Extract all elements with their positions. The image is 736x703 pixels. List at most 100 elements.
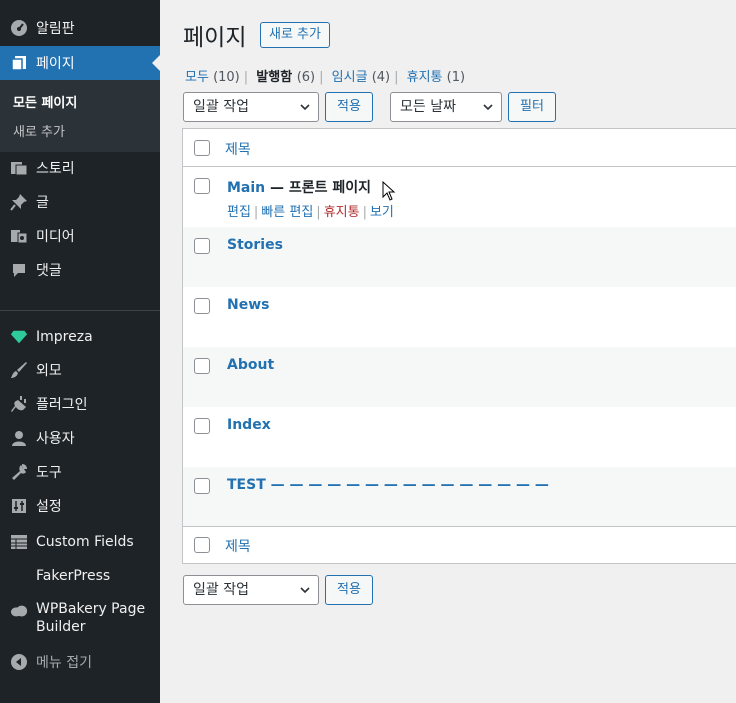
menu-label: 사용자 xyxy=(36,431,75,447)
menu-label: 댓글 xyxy=(36,263,62,279)
main-content: 페이지 새로 추가 모두 (10) | 발행함 (6) | 임시글 (4) | 휴지통… xyxy=(160,0,736,703)
pin-icon xyxy=(10,193,28,211)
menu-label: 미디어 xyxy=(36,229,75,245)
menu-item-appearance[interactable]: 외모 xyxy=(0,353,160,387)
menu-item-pages[interactable]: 페이지 xyxy=(0,46,160,80)
view-draft[interactable]: 임시글 (4) xyxy=(332,70,390,85)
view-all-label: 모두 xyxy=(185,70,209,85)
comment-icon xyxy=(10,261,28,279)
menu-label: WPBakery Page Builder xyxy=(36,600,145,636)
menu-collapse[interactable]: 메뉴 접기 xyxy=(0,645,160,679)
submenu-add-new[interactable]: 새로 추가 xyxy=(13,121,65,140)
add-new-button[interactable]: 새로 추가 xyxy=(260,22,330,48)
menu-item-fakerpress[interactable]: FakerPress xyxy=(0,559,160,593)
trash-link[interactable]: 휴지통 xyxy=(324,205,360,220)
edit-link[interactable]: 편집 xyxy=(227,205,251,220)
select-all-checkbox[interactable] xyxy=(194,140,210,156)
menu-item-custom-fields[interactable]: Custom Fields xyxy=(0,525,160,559)
select-all-checkbox-bottom[interactable] xyxy=(194,537,210,553)
menu-label: Custom Fields xyxy=(36,534,134,550)
row-post-state: — 프론트 페이지 xyxy=(265,180,372,196)
row-actions: 편집 | 빠른 편집 | 휴지통 | 보기 xyxy=(227,201,394,220)
collapse-icon xyxy=(10,653,28,671)
bulk-action-value: 일괄 작업 xyxy=(193,582,249,598)
blank-icon xyxy=(10,567,28,585)
page-title: 페이지 xyxy=(183,25,247,51)
column-title-footer[interactable]: 제목 xyxy=(225,536,251,556)
apply-button-top[interactable]: 적용 xyxy=(325,92,373,122)
view-trash-label: 휴지통 xyxy=(406,70,443,85)
view-link[interactable]: 보기 xyxy=(370,205,394,220)
media-icon xyxy=(10,227,28,245)
apply-button-bottom[interactable]: 적용 xyxy=(325,575,373,605)
menu-item-impreza[interactable]: Impreza xyxy=(0,320,160,354)
status-views: 모두 (10) | 발행함 (6) | 임시글 (4) | 휴지통 (1) xyxy=(185,66,465,85)
row-checkbox[interactable] xyxy=(194,358,210,374)
plugin-icon xyxy=(10,395,28,413)
submenu-all-pages[interactable]: 모든 페이지 xyxy=(13,92,77,111)
menu-label: 스토리 xyxy=(36,161,75,177)
table-row: Index xyxy=(183,407,736,467)
view-draft-label: 임시글 xyxy=(331,70,368,85)
view-published-label: 발행함 xyxy=(256,70,293,85)
user-icon xyxy=(10,429,28,447)
row-checkbox[interactable] xyxy=(194,178,210,194)
menu-item-comments[interactable]: 댓글 xyxy=(0,253,160,287)
row-title-link[interactable]: Stories xyxy=(227,237,283,253)
menu-item-users[interactable]: 사용자 xyxy=(0,421,160,455)
bulk-action-select-top[interactable]: 일괄 작업 xyxy=(183,92,319,122)
row-title-link[interactable]: Main — 프론트 페이지 xyxy=(227,177,371,197)
view-trash-count: (1) xyxy=(446,70,466,85)
quick-edit-link[interactable]: 빠른 편집 xyxy=(261,205,313,220)
table-icon xyxy=(10,533,28,551)
view-published[interactable]: 발행함 (6) xyxy=(256,70,315,85)
pages-table: 제목 Main — 프론트 페이지 편집 | 빠른 편집 | 휴지통 | 보기 Storie… xyxy=(182,128,736,564)
admin-sidebar: 알림판 페이지 모든 페이지 새로 추가 스토리 글 미디어 댓글 Imprez… xyxy=(0,0,160,703)
row-title-link[interactable]: News xyxy=(227,297,269,313)
menu-label-line1: WPBakery Page xyxy=(36,601,146,617)
action-separator: | xyxy=(253,205,259,220)
menu-label: 페이지 xyxy=(36,56,75,72)
row-checkbox[interactable] xyxy=(194,478,210,494)
bulk-action-select-bottom[interactable]: 일괄 작업 xyxy=(183,575,319,605)
filter-button[interactable]: 필터 xyxy=(508,92,556,122)
menu-item-wpbakery[interactable]: WPBakery Page Builder xyxy=(0,600,160,644)
row-title-link[interactable]: Index xyxy=(227,417,271,433)
row-title-link[interactable]: TEST — — — — — — — — — — — — — — — xyxy=(227,477,549,493)
view-all[interactable]: 모두 (10) xyxy=(185,70,240,85)
row-title-link[interactable]: About xyxy=(227,357,274,373)
view-draft-count: (4) xyxy=(371,70,391,85)
action-separator: | xyxy=(316,205,321,220)
view-published-count: (6) xyxy=(296,70,316,85)
pages-icon xyxy=(10,54,28,72)
row-checkbox[interactable] xyxy=(194,418,210,434)
menu-item-tools[interactable]: 도구 xyxy=(0,455,160,489)
menu-item-settings[interactable]: 설정 xyxy=(0,489,160,523)
menu-label: 알림판 xyxy=(36,21,75,37)
menu-item-dashboard[interactable]: 알림판 xyxy=(0,11,160,45)
menu-label: 설정 xyxy=(36,499,62,515)
cloud-icon xyxy=(10,602,28,620)
wrench-icon xyxy=(10,463,28,481)
menu-item-plugins[interactable]: 플러그인 xyxy=(0,387,160,421)
row-checkbox[interactable] xyxy=(194,298,210,314)
table-footer: 제목 xyxy=(183,526,736,564)
menu-item-posts[interactable]: 글 xyxy=(0,185,160,219)
menu-item-stories[interactable]: 스토리 xyxy=(0,151,160,185)
diamond-icon xyxy=(10,328,28,346)
menu-label-line2: Builder xyxy=(36,619,86,635)
view-separator: | xyxy=(243,70,249,85)
bulk-action-value: 일괄 작업 xyxy=(193,99,249,115)
mouse-cursor-icon xyxy=(382,181,396,201)
table-row: Main — 프론트 페이지 편집 | 빠른 편집 | 휴지통 | 보기 xyxy=(183,167,736,227)
menu-label: 도구 xyxy=(36,465,62,481)
menu-separator xyxy=(0,310,160,311)
settings-icon xyxy=(10,497,28,515)
menu-item-media[interactable]: 미디어 xyxy=(0,219,160,253)
row-checkbox[interactable] xyxy=(194,238,210,254)
view-trash[interactable]: 휴지통 (1) xyxy=(407,70,465,85)
column-title-header[interactable]: 제목 xyxy=(225,139,251,159)
date-filter-select[interactable]: 모든 날짜 xyxy=(390,92,502,122)
date-filter-value: 모든 날짜 xyxy=(400,99,456,115)
menu-label: Impreza xyxy=(36,329,93,345)
